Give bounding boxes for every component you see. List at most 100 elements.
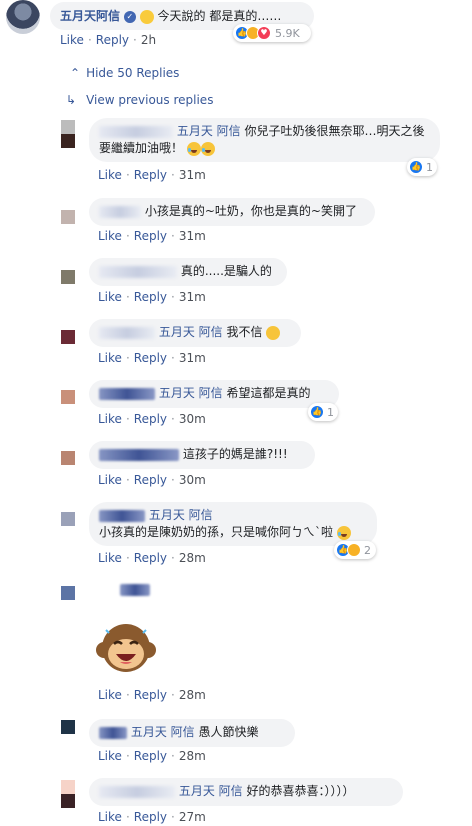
comment-actions: Like · Reply · 2h [60, 33, 157, 47]
reply-bubble: 小孩是真的~吐奶，你也是真的~笑開了 [89, 198, 375, 226]
reply-text: 小孩真的是陳奶奶的孫，只是喊你阿ㄅㄟˋ啦 [99, 525, 334, 539]
reply-bubble: 五月天 阿信 希望這都是真的 [89, 380, 339, 408]
reply-link[interactable]: Reply [134, 551, 167, 565]
reply-actions: Like · Reply · 31m [98, 229, 206, 243]
redacted-name [120, 584, 150, 596]
timestamp[interactable]: 27m [179, 810, 206, 824]
reply-bubble: 五月天 阿信 你兒子吐奶後很無奈耶…明天之後要繼續加油哦！ [89, 118, 440, 162]
rolling-laughing-emoji-icon [336, 525, 351, 540]
timestamp[interactable]: 31m [179, 168, 206, 182]
commenter-name[interactable]: 五月天 阿信 [159, 386, 223, 400]
reply-link[interactable]: Reply [134, 749, 167, 763]
verified-badge-icon: ✓ [123, 10, 136, 23]
avatar[interactable] [61, 120, 75, 148]
timestamp[interactable]: 31m [179, 290, 206, 304]
reaction-count: 5.9K [275, 26, 300, 40]
timestamp[interactable]: 28m [179, 688, 206, 702]
timestamp[interactable]: 31m [179, 351, 206, 365]
reply-actions: Like · Reply · 28m [98, 551, 206, 565]
tears-of-joy-emoji-icon [186, 141, 201, 156]
laughing-monkey-sticker-icon[interactable] [94, 616, 158, 680]
reply-link[interactable]: Reply [134, 290, 167, 304]
like-link[interactable]: Like [98, 229, 122, 243]
reply-actions: Like · Reply · 27m [98, 810, 206, 824]
reply-actions: Like · Reply · 30m [98, 473, 206, 487]
avatar[interactable] [61, 512, 75, 526]
redacted-name [99, 205, 141, 218]
grinning-emoji-icon [266, 325, 281, 340]
reaction-summary[interactable]: 👍 ♥ 5.9K [233, 24, 311, 42]
reaction-summary[interactable]: 👍 1 [308, 403, 338, 421]
reaction-summary[interactable]: 👍 1 [407, 158, 437, 176]
reply-link[interactable]: Reply [134, 810, 167, 824]
like-link[interactable]: Like [98, 351, 122, 365]
redacted-name [99, 326, 155, 339]
hide-replies-link[interactable]: ⌃ Hide 50 Replies [70, 66, 179, 80]
commenter-name[interactable]: 五月天阿信 [60, 9, 120, 23]
commenter-name[interactable]: 五月天 阿信 [179, 784, 243, 798]
reply-link[interactable]: Reply [134, 351, 167, 365]
avatar[interactable] [61, 586, 75, 600]
timestamp[interactable]: 30m [179, 473, 206, 487]
redacted-name [99, 448, 179, 461]
redacted-name [99, 265, 177, 278]
reply-link[interactable]: Reply [134, 229, 167, 243]
avatar[interactable] [61, 390, 75, 404]
timestamp[interactable]: 2h [141, 33, 156, 47]
like-link[interactable]: Like [98, 473, 122, 487]
reply-actions: Like · Reply · 28m [98, 688, 206, 702]
avatar[interactable] [61, 780, 75, 808]
commenter-name[interactable]: 五月天 阿信 [131, 725, 195, 739]
like-link[interactable]: Like [98, 551, 122, 565]
reply-link[interactable]: Reply [134, 168, 167, 182]
avatar[interactable] [61, 210, 75, 224]
reply-text: 好的恭喜恭喜：）））） [246, 784, 355, 798]
reply-link[interactable]: Reply [96, 33, 129, 47]
haha-reaction-icon [347, 543, 361, 557]
reply-actions: Like · Reply · 31m [98, 290, 206, 304]
avatar[interactable] [6, 0, 40, 34]
avatar[interactable] [61, 270, 75, 284]
like-reaction-icon: 👍 [310, 405, 324, 419]
reply-text: 真的.....是騙人的 [180, 264, 272, 278]
like-link[interactable]: Like [98, 688, 122, 702]
avatar[interactable] [61, 451, 75, 465]
tears-of-joy-emoji-icon [200, 141, 215, 156]
commenter-name[interactable]: 五月天 阿信 [149, 508, 213, 522]
like-link[interactable]: Like [60, 33, 84, 47]
redacted-name [99, 785, 175, 798]
reply-actions: Like · Reply · 31m [98, 351, 206, 365]
like-link[interactable]: Like [98, 412, 122, 426]
commenter-name[interactable]: 五月天 阿信 [159, 325, 223, 339]
comment-text: 今天說的 都是真的…… [157, 9, 282, 23]
commenter-name[interactable]: 五月天 阿信 [177, 124, 241, 138]
view-previous-replies-link[interactable]: ↳ View previous replies [66, 93, 213, 107]
like-link[interactable]: Like [98, 168, 122, 182]
reply-bubble: 五月天 阿信 愚人節快樂 [89, 719, 295, 747]
like-reaction-icon: 👍 [409, 160, 423, 174]
reply-bubble: 五月天 阿信 小孩真的是陳奶奶的孫，只是喊你阿ㄅㄟˋ啦 [89, 502, 377, 546]
timestamp[interactable]: 30m [179, 412, 206, 426]
like-link[interactable]: Like [98, 810, 122, 824]
reply-actions: Like · Reply · 30m [98, 412, 206, 426]
reply-text: 我不信 [226, 325, 263, 339]
timestamp[interactable]: 28m [179, 749, 206, 763]
reply-actions: Like · Reply · 28m [98, 749, 206, 763]
timestamp[interactable]: 28m [179, 551, 206, 565]
reply-link[interactable]: Reply [134, 412, 167, 426]
like-link[interactable]: Like [98, 290, 122, 304]
reply-bubble: 五月天 阿信 好的恭喜恭喜：）））） [89, 778, 403, 806]
reaction-summary[interactable]: 👍 2 [334, 541, 376, 559]
reply-actions: Like · Reply · 31m [98, 168, 206, 182]
avatar[interactable] [61, 720, 75, 734]
avatar[interactable] [61, 330, 75, 344]
chevron-up-icon: ⌃ [70, 66, 81, 80]
reply-link[interactable]: Reply [134, 688, 167, 702]
reply-link[interactable]: Reply [134, 473, 167, 487]
like-link[interactable]: Like [98, 749, 122, 763]
reply-arrow-icon: ↳ [66, 93, 77, 107]
redacted-name [99, 726, 127, 739]
redacted-name [99, 509, 145, 522]
timestamp[interactable]: 31m [179, 229, 206, 243]
reply-text: 小孩是真的~吐奶，你也是真的~笑開了 [144, 204, 357, 218]
